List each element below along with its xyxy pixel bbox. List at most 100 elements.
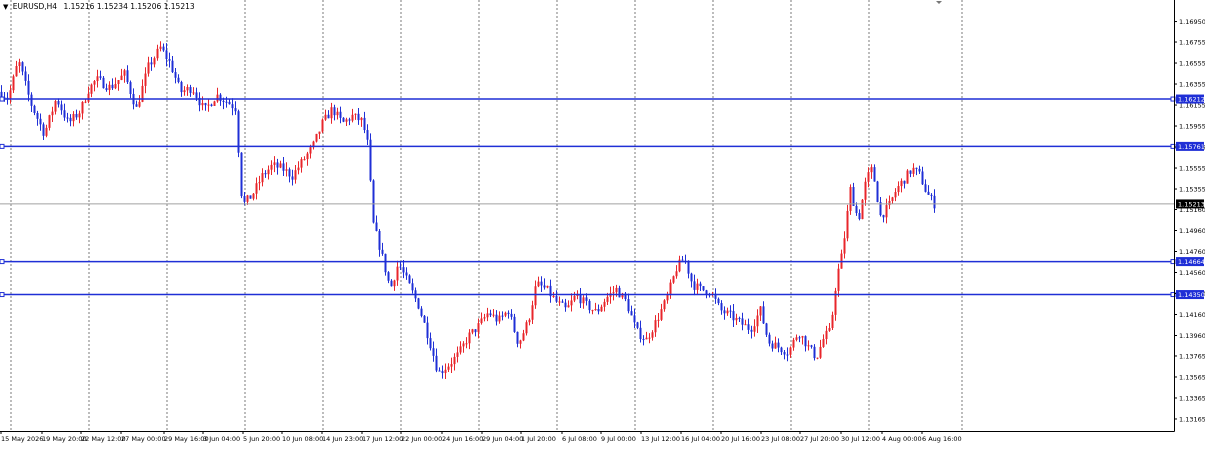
candle-body [765, 323, 768, 335]
candle-body [822, 339, 825, 347]
candle-body [513, 316, 516, 332]
y-tick-label: 1.14160 [1179, 311, 1205, 319]
candle-body [933, 195, 936, 209]
candle-body [360, 117, 363, 121]
candle-body [411, 283, 414, 291]
candle-body [51, 111, 54, 116]
candle-body [738, 317, 741, 319]
candle-body [165, 50, 168, 60]
candle-body [555, 296, 558, 302]
price-chart[interactable]: 1.16950 1.16755 1.16555 1.16355 1.16155 1.159… [0, 0, 1205, 449]
candle-body [378, 230, 381, 250]
candle-body [201, 103, 204, 106]
candle-body [240, 152, 243, 197]
candle-body [363, 117, 366, 131]
candle-body [474, 329, 477, 333]
candle-body [792, 339, 795, 348]
x-tick-label: 9 Jul 00:00 [601, 435, 636, 443]
candle-body [291, 176, 294, 180]
candle-body [75, 113, 78, 118]
candle-body [573, 296, 576, 301]
x-tick-label: 20 Jul 16:00 [721, 435, 760, 443]
candle-body [57, 101, 60, 105]
candle-body [144, 73, 147, 86]
candle-body [516, 331, 519, 344]
candle-body [276, 162, 279, 168]
candle-body [168, 59, 171, 61]
candle-body [354, 113, 357, 115]
candle-body [807, 345, 810, 347]
level-anchor-handle[interactable] [0, 259, 5, 265]
candle-body [468, 332, 471, 344]
candle-body [825, 330, 828, 340]
candle-body [873, 167, 876, 182]
candle-body [129, 82, 132, 94]
candle-body [225, 101, 228, 103]
candle-body [162, 46, 165, 51]
candle-body [531, 305, 534, 320]
candle-body [234, 108, 237, 112]
candle-body [315, 133, 318, 142]
candle-body [372, 180, 375, 223]
candle-body [747, 324, 750, 330]
candle-body [777, 342, 780, 348]
candle-body [900, 180, 903, 187]
candle-body [849, 187, 852, 211]
candle-body [396, 266, 399, 281]
candle-body [12, 76, 15, 91]
candle-body [72, 113, 75, 122]
candle-body [177, 77, 180, 83]
candle-body [702, 286, 705, 291]
level-anchor-handle[interactable] [0, 143, 5, 149]
candle-body [582, 297, 585, 304]
x-tick-label: 6 Jul 08:00 [562, 435, 597, 443]
candle-body [915, 167, 918, 169]
candle-body [90, 84, 93, 94]
candle-body [657, 319, 660, 321]
candle-body [207, 104, 210, 106]
candle-body [387, 272, 390, 281]
candle-body [642, 339, 645, 341]
candle-body [813, 346, 816, 359]
x-tick-label: 1 Jul 20:00 [521, 435, 556, 443]
candle-body [108, 84, 111, 91]
candle-body [423, 315, 426, 323]
candle-body [591, 310, 594, 312]
candle-body [720, 303, 723, 311]
candle-body [327, 114, 330, 119]
x-tick-label: 14 Jun 23:00 [322, 435, 363, 443]
x-tick-label: 5 Jun 20:00 [243, 435, 280, 443]
candle-body [717, 298, 720, 304]
candle-body [156, 48, 159, 59]
candle-body [294, 170, 297, 180]
candle-body [105, 88, 108, 91]
candle-body [30, 94, 33, 106]
candle-body [855, 205, 858, 214]
candle-body [696, 283, 699, 290]
level-anchor-handle[interactable] [0, 292, 5, 298]
candle-body [447, 366, 450, 370]
candle-body [492, 314, 495, 316]
candle-body [927, 191, 930, 195]
candle-body [321, 119, 324, 132]
candle-body [216, 94, 219, 102]
candle-body [537, 281, 540, 287]
x-tick-label: 24 Jun 16:00 [442, 435, 483, 443]
candle-body [99, 76, 102, 78]
candle-body [615, 287, 618, 293]
y-tick-label: 1.15955 [1179, 123, 1205, 131]
x-tick-label: 13 Jul 12:00 [641, 435, 680, 443]
candle-body [780, 347, 783, 353]
triangle-down-icon[interactable]: ▼ [3, 3, 8, 11]
candle-body [726, 310, 729, 314]
level-anchor-handle[interactable] [0, 96, 5, 102]
candle-body [345, 119, 348, 122]
candle-body [771, 343, 774, 349]
candle-body [495, 314, 498, 322]
candle-body [507, 312, 510, 314]
candle-body [801, 336, 804, 338]
candle-body [66, 117, 69, 119]
candlestick-chart[interactable]: 1.169501.167551.165551.163551.161551.159… [0, 0, 1205, 449]
symbol-info: ▼ EURUSD,H4 1.15216 1.15234 1.15206 1.15… [3, 2, 195, 11]
candle-body [606, 296, 609, 302]
